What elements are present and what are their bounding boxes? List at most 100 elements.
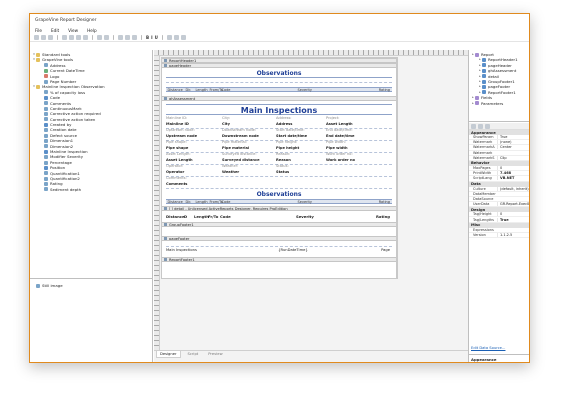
- col-distance[interactable]: Distance: [166, 88, 184, 92]
- property-value[interactable]: (default, inherit): [497, 186, 529, 191]
- col-distance[interactable]: Distance: [166, 200, 184, 204]
- mi-field-value[interactable]: Surveyed distance: [222, 158, 260, 162]
- zoom-icon[interactable]: [180, 35, 186, 40]
- detail-code[interactable]: Code: [220, 214, 296, 219]
- tab-designer[interactable]: Designer: [156, 351, 181, 358]
- mi-field-value[interactable]: Pipe height: [276, 146, 299, 150]
- tab-script[interactable]: Script: [185, 351, 202, 357]
- col-rating[interactable]: Rating: [376, 200, 392, 204]
- detail-distance[interactable]: Distance: [166, 214, 185, 219]
- still-image-item[interactable]: Still image: [42, 283, 63, 288]
- open-icon[interactable]: [41, 35, 46, 40]
- mi-field-label[interactable]: Pipe material:: [222, 140, 247, 144]
- mi-field-value[interactable]: Asset Length: [166, 158, 193, 162]
- mi-field-value[interactable]: Upstream node: [166, 134, 197, 138]
- mi-field-value[interactable]: City: [222, 122, 230, 126]
- observations-subtitle[interactable]: Observations: [166, 191, 392, 198]
- new-icon[interactable]: [34, 35, 39, 40]
- mi-field-label[interactable]: Address:: [276, 116, 292, 120]
- bold-button[interactable]: B: [146, 35, 149, 40]
- mi-field-label[interactable]: Operator:: [166, 164, 183, 168]
- mi-field-value[interactable]: Downstream node: [222, 134, 259, 138]
- col-code[interactable]: Code: [220, 200, 296, 204]
- mi-field-label[interactable]: Comments:: [166, 176, 187, 180]
- save-icon[interactable]: [48, 35, 53, 40]
- band-group-footer[interactable]: GroupFooter1: [162, 222, 396, 227]
- detail-length[interactable]: Length: [194, 214, 209, 219]
- mi-field-value[interactable]: Start date/time: [276, 134, 307, 138]
- align-right-icon[interactable]: [132, 35, 137, 40]
- mi-field-value[interactable]: Pipe width: [326, 146, 348, 150]
- menu-view[interactable]: View: [68, 28, 78, 33]
- property-value[interactable]: True: [497, 217, 529, 222]
- mi-field-value[interactable]: Reason: [276, 158, 291, 162]
- alphabetical-icon[interactable]: [478, 123, 483, 129]
- property-value[interactable]: 0: [497, 212, 529, 217]
- mi-field-label[interactable]: City:: [222, 116, 230, 120]
- band-group-header[interactable]: ghAssessment: [162, 96, 396, 101]
- property-value[interactable]: Clip: [497, 155, 529, 160]
- col-length[interactable]: Length: [194, 200, 208, 204]
- band-detail[interactable]: [ ] detail - Unlicensed ActiveReports De…: [162, 206, 396, 211]
- observations-title[interactable]: Observations: [166, 70, 392, 78]
- mi-field-label[interactable]: Status:: [276, 164, 289, 168]
- mi-field-value[interactable]: Status: [276, 170, 289, 174]
- footer-rundatetime[interactable]: {RunDateTime}: [238, 248, 348, 252]
- mi-field-value[interactable]: Pipe shape: [166, 146, 188, 150]
- undo-icon[interactable]: [97, 35, 102, 40]
- band-page-footer[interactable]: pageFooter: [162, 236, 396, 241]
- col-dir[interactable]: Dir.: [184, 88, 194, 92]
- mi-field-label[interactable]: End date/time:: [326, 128, 353, 132]
- property-value[interactable]: (none): [497, 140, 529, 145]
- col-fromto[interactable]: From/To: [208, 88, 224, 92]
- col-severity[interactable]: Severity: [296, 88, 376, 92]
- delete-icon[interactable]: [83, 35, 88, 40]
- col-fromto[interactable]: From/To: [208, 200, 224, 204]
- mi-field-label[interactable]: Mainline ID:: [166, 116, 187, 120]
- property-value[interactable]: 0: [497, 166, 529, 171]
- property-pages-icon[interactable]: [485, 123, 490, 129]
- property-value[interactable]: VB.NET: [497, 176, 529, 181]
- property-value[interactable]: GR.Report.ExecID: [497, 202, 529, 207]
- tab-preview[interactable]: Preview: [205, 351, 225, 357]
- mi-field-value[interactable]: Asset Length: [326, 122, 353, 126]
- mi-field-value[interactable]: End date/time: [326, 134, 354, 138]
- edit-data-source-link[interactable]: Edit Data Source...: [471, 346, 505, 350]
- grid-icon[interactable]: [166, 35, 172, 40]
- mi-field-label[interactable]: Reason:: [276, 152, 290, 156]
- cut-icon[interactable]: [62, 35, 67, 40]
- col-dir[interactable]: Dir.: [184, 200, 194, 204]
- property-row[interactable]: Version 1.1.2.5: [469, 232, 529, 238]
- mi-field-label[interactable]: Surveyed distance:: [222, 152, 257, 156]
- mi-field-label[interactable]: Pipe shape:: [166, 140, 187, 144]
- italic-button[interactable]: I: [151, 35, 153, 40]
- detail-severity[interactable]: Severity: [296, 214, 376, 219]
- mi-field-label[interactable]: Project:: [326, 116, 340, 120]
- toolbox-item[interactable]: Sediment depth: [30, 187, 152, 192]
- mi-field-value[interactable]: Pipe material: [222, 146, 249, 150]
- property-value[interactable]: Center: [497, 145, 529, 150]
- property-value[interactable]: True: [497, 135, 529, 140]
- mi-field-label[interactable]: Asset Length:: [166, 152, 191, 156]
- detail-rating[interactable]: Rating: [376, 214, 392, 219]
- detail-fromto[interactable]: Fr/To: [208, 214, 220, 219]
- col-length[interactable]: Length: [194, 88, 208, 92]
- mi-field-label[interactable]: Pipe width:: [326, 140, 346, 144]
- col-rating[interactable]: Rating: [376, 88, 392, 92]
- mi-field-value[interactable]: Operator: [166, 170, 184, 174]
- main-inspections-title[interactable]: Main Inspections: [166, 104, 392, 115]
- detail-dir[interactable]: D: [184, 214, 194, 219]
- band-report-footer[interactable]: ReportFooter1: [162, 257, 396, 262]
- mi-field-value[interactable]: Address: [276, 122, 292, 126]
- mi-field-label[interactable]: Start date/time:: [276, 128, 305, 132]
- mi-field-label[interactable]: Weather:: [222, 164, 238, 168]
- mi-field-label[interactable]: Downstream node:: [222, 128, 256, 132]
- menu-help[interactable]: Help: [87, 28, 97, 33]
- footer-left-text[interactable]: Main Inspections: [166, 248, 238, 252]
- mi-field-label[interactable]: Upstream node:: [166, 128, 195, 132]
- col-severity[interactable]: Severity: [296, 200, 376, 204]
- redo-icon[interactable]: [104, 35, 109, 40]
- align-center-icon[interactable]: [125, 35, 130, 40]
- explorer-item[interactable]: ▸ Parameters: [469, 101, 529, 106]
- align-left-icon[interactable]: [118, 35, 123, 40]
